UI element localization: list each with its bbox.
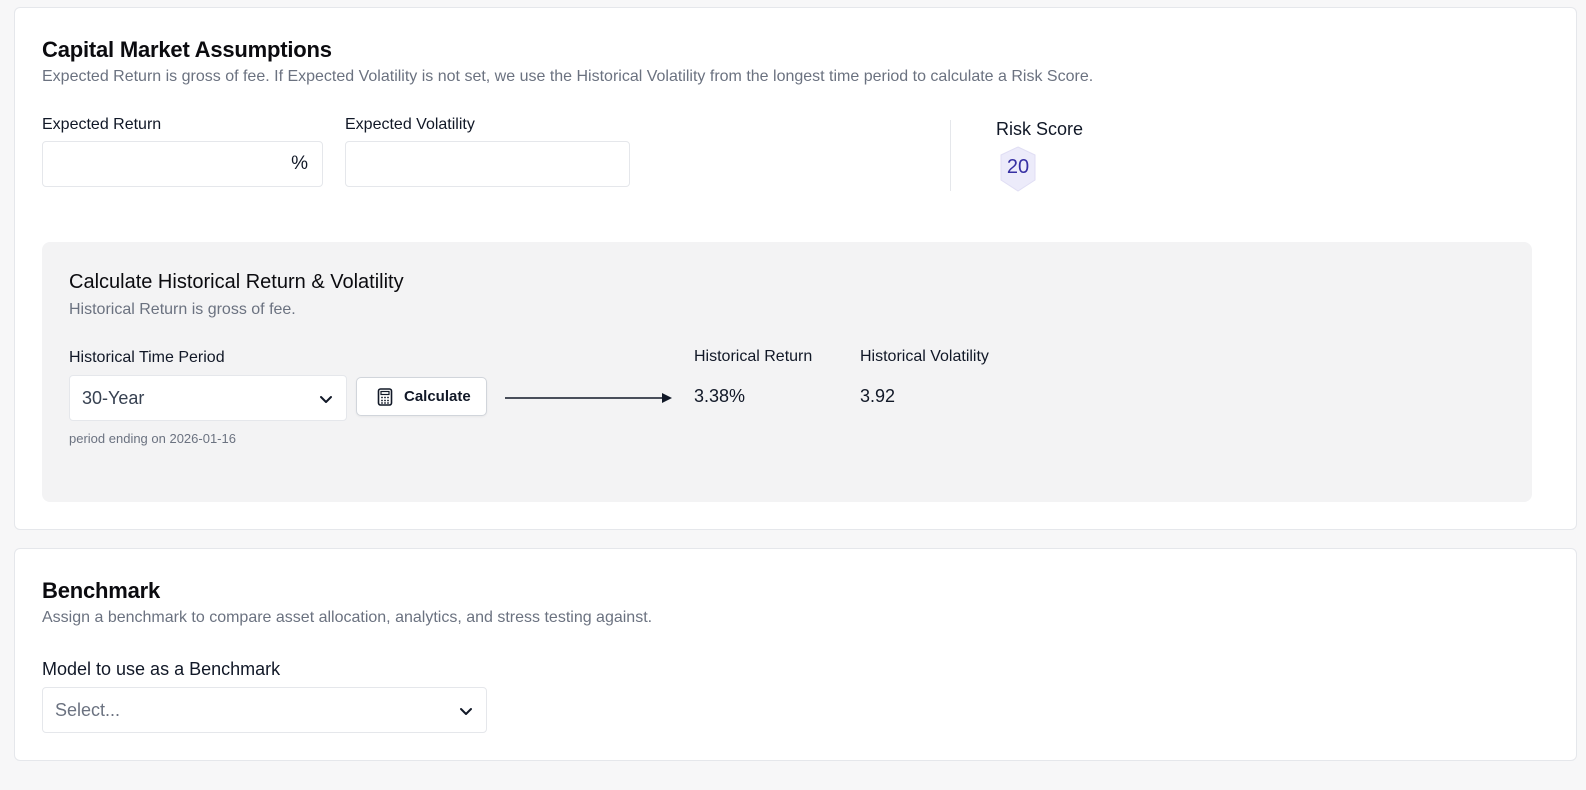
risk-score-label: Risk Score [996, 119, 1084, 139]
historical-volatility-label: Historical Volatility [860, 348, 989, 365]
benchmark-model-label: Model to use as a Benchmark [42, 659, 281, 679]
historical-volatility-value: 3.92 [860, 386, 896, 406]
historical-title: Calculate Historical Return & Volatility [69, 271, 404, 293]
risk-score-badge: 20 [998, 146, 1038, 192]
arrow-right-icon [505, 393, 672, 403]
calculator-icon [377, 388, 393, 406]
time-period-label: Historical Time Period [69, 349, 225, 366]
expected-return-field[interactable]: % [42, 141, 323, 187]
expected-volatility-input[interactable] [346, 142, 629, 186]
capital-market-assumptions-card: Capital Market Assumptions Expected Retu… [14, 7, 1577, 530]
period-ending-note: period ending on 2026-01-16 [69, 431, 236, 446]
chevron-down-icon [460, 708, 472, 715]
historical-description: Historical Return is gross of fee. [69, 301, 296, 318]
cma-title: Capital Market Assumptions [42, 37, 332, 62]
historical-return-value: 3.38% [694, 386, 746, 406]
expected-volatility-field[interactable] [345, 141, 630, 187]
vertical-divider [950, 120, 951, 191]
expected-return-input[interactable] [43, 142, 322, 186]
expected-volatility-label: Expected Volatility [345, 116, 475, 133]
benchmark-model-select[interactable]: Select... [42, 687, 487, 733]
benchmark-description: Assign a benchmark to compare asset allo… [42, 609, 653, 626]
percent-suffix: % [291, 153, 308, 174]
historical-return-label: Historical Return [694, 348, 813, 365]
risk-score-value: 20 [1006, 156, 1030, 178]
historical-panel: Calculate Historical Return & Volatility… [42, 242, 1532, 502]
calculate-button[interactable]: Calculate [356, 377, 487, 416]
time-period-value: 30-Year [82, 388, 145, 408]
cma-description: Expected Return is gross of fee. If Expe… [42, 68, 1094, 85]
benchmark-title: Benchmark [42, 578, 161, 603]
time-period-select[interactable]: 30-Year [69, 375, 347, 421]
benchmark-card: Benchmark Assign a benchmark to compare … [14, 548, 1577, 761]
chevron-down-icon [320, 396, 332, 403]
calculate-label: Calculate [404, 388, 471, 405]
benchmark-model-placeholder: Select... [55, 700, 121, 720]
expected-return-label: Expected Return [42, 116, 162, 133]
